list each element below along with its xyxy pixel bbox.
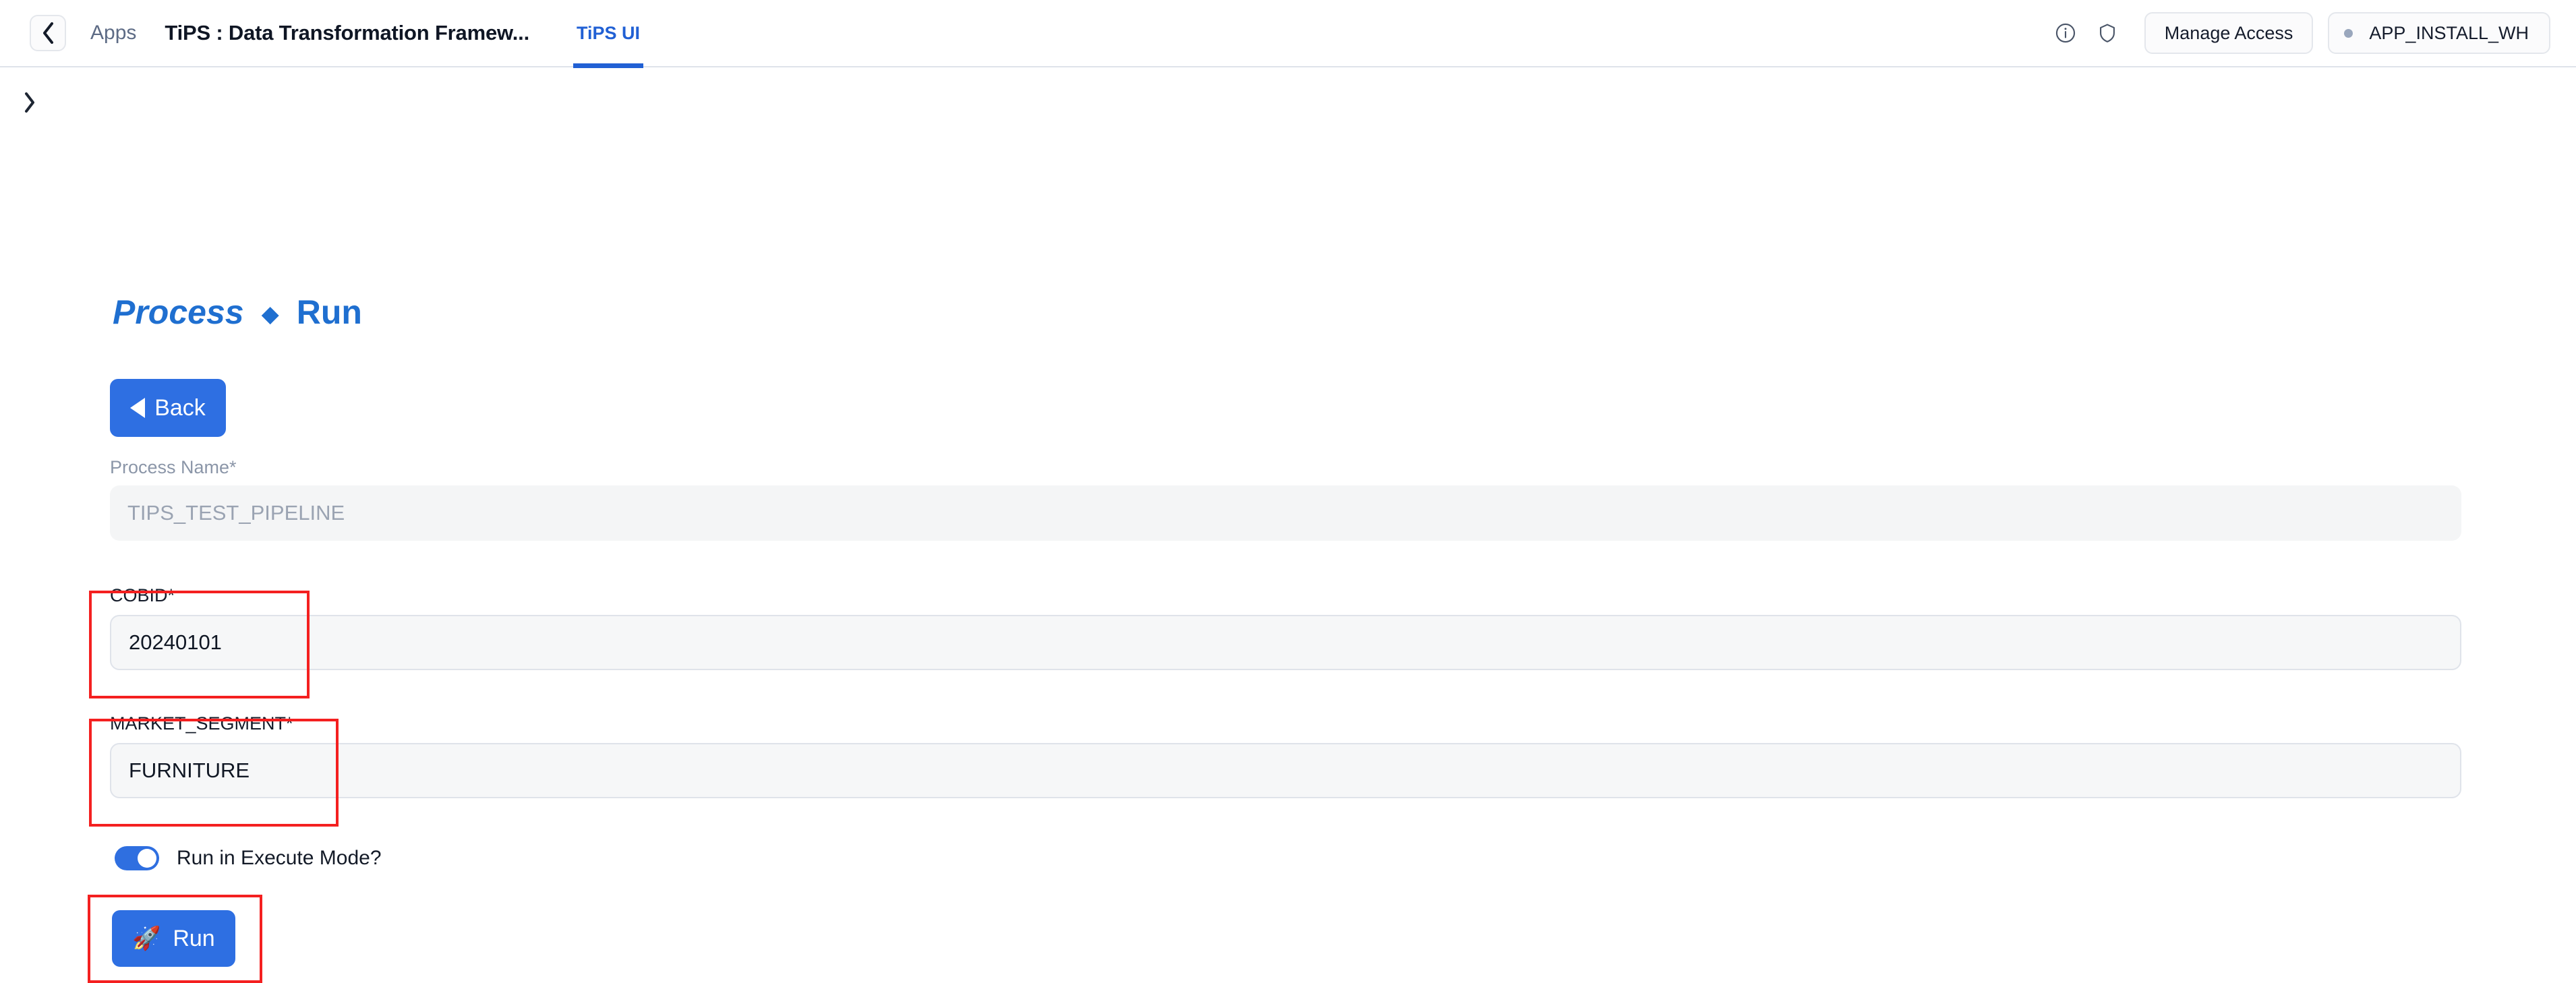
execute-mode-row: Run in Execute Mode? [115, 846, 382, 870]
breadcrumb-apps[interactable]: Apps [90, 22, 136, 44]
chevron-right-icon [23, 92, 36, 117]
info-button[interactable] [2045, 12, 2086, 54]
warehouse-status-dot [2344, 28, 2353, 38]
field-cobid: COBID* [110, 585, 175, 606]
breadcrumb-app-title[interactable]: TiPS : Data Transformation Framew... [165, 21, 529, 45]
security-button[interactable] [2086, 12, 2128, 54]
cobid-input[interactable]: 20240101 [110, 615, 2461, 670]
toggle-knob [138, 849, 156, 868]
back-button-label: Back [154, 394, 206, 421]
execute-mode-toggle[interactable] [115, 846, 159, 870]
top-header-bar: Apps TiPS : Data Transformation Framew..… [0, 0, 2576, 68]
page-title-process: Process [113, 293, 244, 331]
shield-icon [2096, 22, 2119, 44]
chevron-left-icon [40, 22, 55, 44]
tab-tips-ui[interactable]: TiPS UI [567, 0, 649, 68]
field-label-process-name: Process Name* [110, 457, 237, 477]
field-process-name: Process Name* [110, 457, 237, 478]
page-title-separator-icon: ◆ [261, 301, 279, 327]
sidebar-expand-button[interactable] [15, 89, 45, 119]
header-actions: Manage Access APP_INSTALL_WH [2045, 12, 2550, 54]
info-circle-icon [2054, 22, 2077, 44]
field-label-cobid: COBID* [110, 585, 175, 605]
run-button-label: Run [173, 925, 215, 951]
field-input-wrap-cobid: 20240101 [110, 615, 2461, 670]
page-title: Process ◆ Run [113, 295, 362, 329]
field-market-segment: MARKET_SEGMENT* [110, 713, 293, 734]
execute-mode-label: Run in Execute Mode? [177, 847, 382, 869]
warehouse-label: APP_INSTALL_WH [2369, 22, 2529, 43]
warehouse-selector[interactable]: APP_INSTALL_WH [2328, 12, 2550, 54]
header-back-button[interactable] [30, 15, 66, 51]
triangle-left-icon [130, 398, 146, 418]
market-segment-input[interactable]: FURNITURE [110, 743, 2461, 798]
header-tabs: TiPS UI [567, 0, 649, 68]
field-input-wrap-market-segment: FURNITURE [110, 743, 2461, 798]
field-input-wrap-process-name: TIPS_TEST_PIPELINE [110, 485, 2461, 541]
page-title-run: Run [296, 293, 362, 331]
run-button[interactable]: 🚀 Run [112, 910, 235, 967]
field-label-market-segment: MARKET_SEGMENT* [110, 713, 293, 734]
manage-access-button[interactable]: Manage Access [2144, 12, 2314, 54]
back-button[interactable]: Back [110, 379, 226, 437]
process-name-input: TIPS_TEST_PIPELINE [110, 485, 2461, 541]
